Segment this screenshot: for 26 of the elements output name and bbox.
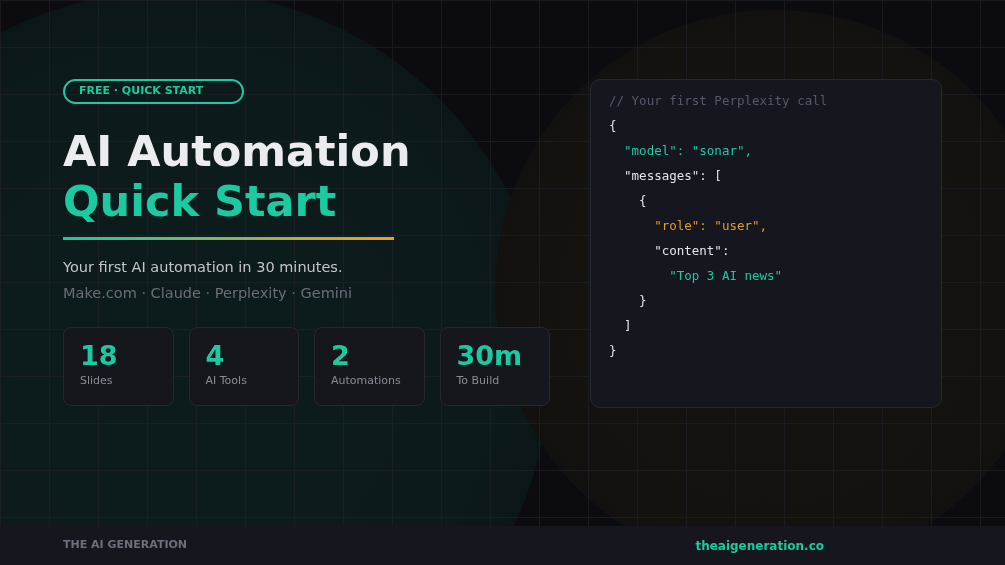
title-highlight: Quick Start: [63, 176, 338, 226]
code-line: "content":: [653, 242, 730, 260]
stat-label: Automations: [331, 372, 402, 389]
stat-value: 4: [205, 338, 226, 373]
stat-label: To Build: [456, 372, 501, 389]
subtitle: Your first AI automation in 30 minutes.: [63, 258, 344, 277]
code-line: ]: [623, 317, 632, 335]
stat-value: 18: [80, 338, 119, 373]
code-line: "messages": [: [623, 167, 722, 185]
code-line: }: [609, 342, 617, 360]
code-line: }: [638, 292, 647, 310]
code-line: "model": "sonar",: [623, 142, 752, 160]
tools-list: Make.com · Claude · Perplexity · Gemini: [63, 282, 550, 305]
footer-brand: THE AI GENERATION: [63, 537, 188, 554]
code-line: {: [609, 117, 617, 135]
stat-label: Slides: [80, 372, 114, 389]
code-line: "Top 3 AI news": [668, 267, 783, 285]
stat-value: 2: [331, 338, 351, 373]
footer-link[interactable]: theaigeneration.co: [695, 536, 824, 555]
code-comment: // Your first Perplexity call: [609, 92, 828, 110]
title: AI Automation: [63, 126, 412, 176]
code-line: "role": "user",: [653, 217, 768, 235]
code-line: {: [638, 192, 647, 210]
stat-label: AI Tools: [205, 372, 248, 389]
stat-value: 30m: [456, 338, 524, 373]
badge: FREE · QUICK START: [63, 79, 244, 104]
